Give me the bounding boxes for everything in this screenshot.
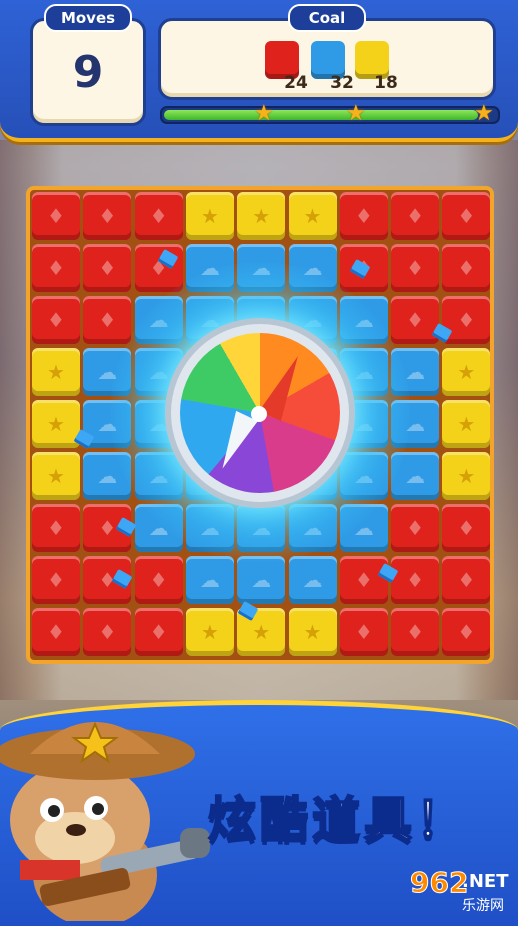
- red-block[interactable]: ♦: [32, 504, 80, 552]
- red-block[interactable]: ♦: [442, 556, 491, 604]
- yellow-block[interactable]: ★: [32, 400, 80, 448]
- score-progress-bar: ★ ★ ★: [160, 101, 500, 126]
- star-icon: ★: [346, 101, 366, 126]
- promo-headline: 炫酷道具！: [207, 791, 469, 849]
- watermark-logo: 962: [409, 866, 469, 900]
- red-block[interactable]: ♦: [442, 608, 491, 656]
- red-block[interactable]: ♦: [83, 192, 132, 240]
- sheriff-dog-mascot: [0, 721, 210, 921]
- yellow-block[interactable]: ★: [288, 192, 337, 240]
- red-block[interactable]: ♦: [391, 504, 440, 552]
- yellow-block[interactable]: ★: [442, 400, 491, 448]
- goal-yellow-count: 18: [374, 73, 398, 93]
- red-block[interactable]: ♦: [32, 608, 80, 656]
- yellow-block[interactable]: ★: [237, 192, 286, 240]
- red-block[interactable]: ♦: [442, 504, 491, 552]
- red-block[interactable]: ♦: [134, 608, 183, 656]
- blue-block[interactable]: ☁: [288, 556, 337, 604]
- moves-label: Moves: [44, 4, 132, 32]
- yellow-block[interactable]: ★: [32, 348, 80, 396]
- red-block[interactable]: ♦: [391, 608, 440, 656]
- red-block[interactable]: ♦: [32, 556, 80, 604]
- compass-hub: [251, 406, 267, 422]
- moves-panel: 9: [30, 18, 146, 126]
- red-block[interactable]: ♦: [32, 244, 80, 292]
- red-block[interactable]: ♦: [83, 244, 132, 292]
- red-block[interactable]: ♦: [391, 556, 440, 604]
- red-block[interactable]: ♦: [83, 608, 132, 656]
- goal-red-count: 24: [284, 73, 308, 93]
- blue-block[interactable]: ☁: [185, 556, 234, 604]
- red-block[interactable]: ♦: [442, 192, 491, 240]
- red-block[interactable]: ♦: [391, 244, 440, 292]
- moves-counter: 9: [72, 47, 104, 98]
- yellow-block[interactable]: ★: [442, 452, 491, 500]
- red-block[interactable]: ♦: [391, 192, 440, 240]
- yellow-block[interactable]: ★: [442, 348, 491, 396]
- score-progress-fill: [164, 110, 478, 120]
- watermark-subtitle: 乐游网: [462, 898, 504, 914]
- red-block[interactable]: ♦: [339, 556, 388, 604]
- top-hud: 9 Moves 24 32 18 Coal ★ ★ ★: [0, 0, 518, 142]
- red-block[interactable]: ♦: [83, 296, 132, 344]
- star-icon: ★: [254, 101, 274, 126]
- star-icon: ★: [474, 101, 494, 126]
- yellow-block[interactable]: ★: [185, 608, 234, 656]
- red-block[interactable]: ♦: [339, 608, 388, 656]
- red-block[interactable]: ♦: [32, 192, 80, 240]
- coal-label: Coal: [288, 4, 366, 32]
- yellow-block[interactable]: ★: [185, 192, 234, 240]
- yellow-block[interactable]: ★: [288, 608, 337, 656]
- red-block[interactable]: ♦: [134, 556, 183, 604]
- red-block[interactable]: ♦: [32, 296, 80, 344]
- red-block[interactable]: ♦: [391, 296, 440, 344]
- goal-blue-count: 32: [330, 73, 354, 93]
- red-block[interactable]: ♦: [134, 192, 183, 240]
- red-block[interactable]: ♦: [134, 244, 183, 292]
- blue-block[interactable]: ☁: [237, 556, 286, 604]
- red-block[interactable]: ♦: [442, 296, 491, 344]
- red-block[interactable]: ♦: [442, 244, 491, 292]
- watermark-suffix: .NET: [462, 871, 509, 892]
- yellow-block[interactable]: ★: [32, 452, 80, 500]
- red-block[interactable]: ♦: [339, 192, 388, 240]
